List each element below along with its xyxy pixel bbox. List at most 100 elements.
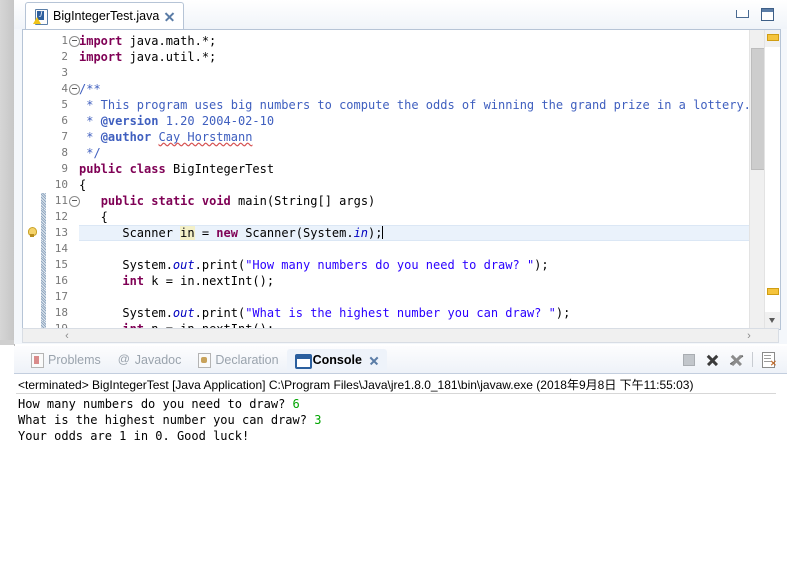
- console-line: Your odds are 1 in 0. Good luck!: [18, 428, 321, 444]
- code-token: *: [79, 114, 101, 128]
- console-program-output: How many numbers do you need to draw?: [18, 397, 293, 411]
- remove-all-button[interactable]: [728, 351, 745, 368]
- console-part: Problems @ Javadoc Declaration Console ✕ <te…: [14, 346, 787, 565]
- warning-icon[interactable]: [25, 226, 38, 239]
- line-number: 5: [61, 98, 68, 111]
- remove-launch-button[interactable]: [704, 351, 721, 368]
- code-token: */: [79, 146, 101, 160]
- editor-vertical-scrollbar[interactable]: [749, 30, 766, 329]
- tab-label: Javadoc: [134, 353, 182, 367]
- code-editor[interactable]: 1 2 3 4 5 6 7 8 9 10 11 12 13 14 15 16 17 18 19 import jav…: [22, 29, 781, 330]
- code-text-area[interactable]: import java.math.*; import java.util.*;/*…: [79, 30, 780, 329]
- editor-gutter[interactable]: 1 2 3 4 5 6 7 8 9 10 11 12 13 14 15 16 17 18 19: [23, 30, 69, 329]
- line-number: 2: [61, 50, 68, 63]
- code-token: =: [194, 226, 217, 240]
- editor-tab-bigintegertest[interactable]: J BigIntegerTest.java: [25, 2, 185, 29]
- line-number: 14: [54, 242, 68, 255]
- console-process-header: <terminated> BigIntegerTest [Java Applic…: [18, 378, 694, 392]
- code-line: public static void main(String[] args): [79, 193, 376, 209]
- code-token: Cay Horstmann: [158, 130, 253, 144]
- java-file-icon: J: [33, 8, 48, 25]
- tab-declaration[interactable]: Declaration: [189, 349, 286, 371]
- code-token: Scanner: [79, 226, 181, 240]
- close-icon[interactable]: [164, 11, 175, 22]
- console-user-input: 6: [292, 397, 300, 411]
- overview-ruler[interactable]: [764, 30, 780, 329]
- javadoc-icon: @: [117, 352, 130, 366]
- tab-label: Declaration: [215, 353, 279, 367]
- code-token: int: [122, 274, 145, 288]
- folding-column[interactable]: [69, 30, 80, 329]
- code-token: /**: [79, 82, 101, 96]
- code-token: );: [534, 258, 549, 272]
- console-user-input: 3: [314, 413, 322, 427]
- tab-label: Console: [312, 353, 362, 367]
- tab-console[interactable]: Console: [286, 349, 387, 371]
- code-token: main(String[] args): [230, 194, 376, 208]
- left-strip-upper: [0, 0, 14, 340]
- code-line: System.out.print("How many numbers do yo…: [79, 257, 549, 273]
- code-line: /**: [79, 81, 101, 97]
- console-text: How many numbers do you need to draw? 6W…: [18, 396, 321, 444]
- line-number: 1: [61, 34, 68, 47]
- code-line: public class BigIntegerTest: [79, 161, 274, 177]
- line-number: 12: [54, 210, 68, 223]
- console-output-area[interactable]: <terminated> BigIntegerTest [Java Applic…: [14, 373, 787, 565]
- line-number: 6: [61, 114, 68, 127]
- code-token: @author: [100, 130, 152, 144]
- code-token: k = in.nextInt();: [144, 274, 275, 288]
- maximize-icon[interactable]: [759, 7, 775, 22]
- code-token: );: [555, 306, 571, 320]
- code-token: class: [129, 162, 166, 176]
- code-token: {: [79, 210, 108, 224]
- code-token: import: [79, 34, 123, 48]
- code-token: {: [79, 178, 87, 192]
- left-view-stack-strip[interactable]: [0, 0, 15, 564]
- annotation-column[interactable]: [23, 30, 41, 329]
- line-number: 3: [61, 66, 68, 79]
- scroll-left-icon[interactable]: ‹: [60, 330, 74, 342]
- code-token: java.util.*;: [122, 50, 217, 64]
- view-tabs: Problems @ Javadoc Declaration Console: [22, 349, 387, 371]
- code-line: * This program uses big numbers to compu…: [79, 97, 751, 113]
- clear-console-button[interactable]: ✕: [760, 351, 777, 368]
- code-token: void: [201, 194, 231, 208]
- line-number: 8: [61, 146, 68, 159]
- code-token: out: [172, 306, 195, 320]
- code-token: BigIntegerTest: [165, 162, 275, 176]
- code-line: import java.util.*;: [79, 49, 216, 65]
- code-token: System.: [79, 258, 173, 272]
- scroll-down-icon[interactable]: [765, 312, 780, 329]
- console-toolbar: ✕: [680, 350, 777, 369]
- line-number: 13: [54, 226, 68, 239]
- console-tab-bar: Problems @ Javadoc Declaration Console ✕: [14, 346, 787, 373]
- code-token: "How many numbers do you need to draw? ": [245, 258, 535, 272]
- terminate-button[interactable]: [680, 351, 697, 368]
- code-token: @version: [100, 114, 159, 128]
- line-number: 4: [61, 82, 68, 95]
- console-header-separator: [16, 393, 776, 394]
- minimize-icon[interactable]: [734, 7, 750, 22]
- console-icon: [294, 353, 312, 369]
- scroll-right-icon[interactable]: ›: [742, 330, 756, 342]
- overview-warning-marker[interactable]: [767, 34, 779, 41]
- code-line: */: [79, 145, 101, 161]
- editor-horizontal-scrollbar[interactable]: [22, 328, 779, 343]
- overview-warning-marker[interactable]: [767, 288, 779, 295]
- code-token: out: [172, 258, 195, 272]
- code-token: * This program uses big numbers to compu…: [79, 98, 751, 112]
- code-token: Scanner(System.: [237, 226, 354, 240]
- line-number: 17: [54, 290, 68, 303]
- console-program-output: What is the highest number you can draw?: [18, 413, 315, 427]
- console-line: What is the highest number you can draw?…: [18, 412, 321, 428]
- tab-problems[interactable]: Problems: [22, 349, 109, 371]
- tab-javadoc[interactable]: @ Javadoc: [109, 349, 190, 371]
- code-token: *: [79, 130, 101, 144]
- code-line: System.out.print("What is the highest nu…: [79, 305, 570, 321]
- close-icon[interactable]: [369, 355, 379, 365]
- code-line: int k = in.nextInt();: [79, 273, 274, 289]
